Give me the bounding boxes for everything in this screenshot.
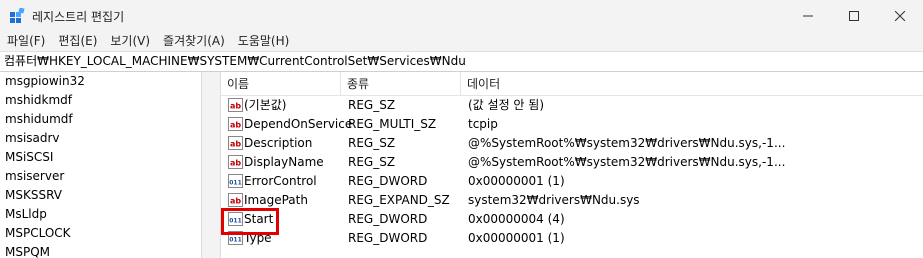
value-name: DependOnService (244, 117, 353, 131)
value-name: DisplayName (244, 155, 324, 169)
value-name: ErrorControl (244, 174, 317, 188)
address-bar[interactable]: 컴퓨터₩HKEY_LOCAL_MACHINE₩SYSTEM₩CurrentCon… (0, 51, 923, 72)
string-value-icon: ab (228, 117, 243, 131)
svg-text:ab: ab (230, 159, 241, 168)
value-type: REG_SZ (348, 136, 396, 150)
value-name: (기본값) (244, 98, 287, 112)
minimize-button[interactable] (785, 0, 831, 31)
value-data: tcpip (468, 117, 498, 131)
registry-editor-icon (10, 8, 25, 23)
values-list: 이름 종류 데이터 ab (기본값) REG_SZ (값 설정 안 됨) ab Depen… (221, 72, 923, 258)
value-type: REG_SZ (348, 98, 396, 112)
svg-text:ab: ab (230, 197, 241, 206)
svg-text:ab: ab (230, 102, 241, 111)
value-type: REG_DWORD (348, 174, 428, 188)
column-header-data[interactable]: 데이터 (461, 72, 923, 96)
svg-text:011: 011 (229, 180, 242, 187)
value-row[interactable]: ab DependOnService REG_MULTI_SZ tcpip (221, 115, 923, 134)
tree-item[interactable]: msgpiowin32 (0, 72, 201, 91)
tree-item[interactable]: MSPCLOCK (0, 224, 201, 243)
value-type: REG_MULTI_SZ (348, 117, 437, 131)
start-value-highlight (221, 208, 279, 235)
value-type: REG_DWORD (348, 212, 428, 226)
value-data: system32₩drivers₩Ndu.sys (468, 193, 640, 207)
value-name: Description (244, 136, 313, 150)
list-header: 이름 종류 데이터 (221, 72, 923, 96)
value-row[interactable]: ab Description REG_SZ @%SystemRoot%₩system3… (221, 134, 923, 153)
value-data: 0x00000001 (1) (468, 231, 565, 245)
binary-value-icon: 011 (228, 174, 243, 188)
close-button[interactable] (877, 0, 923, 31)
minimize-icon (803, 15, 813, 16)
close-icon (895, 10, 905, 21)
value-type: REG_SZ (348, 155, 396, 169)
menu-edit[interactable]: 편집(E) (51, 31, 103, 51)
pane-splitter[interactable] (201, 72, 221, 258)
value-data: 0x00000001 (1) (468, 174, 565, 188)
value-row[interactable]: ab DisplayName REG_SZ @%SystemRoot%₩system3… (221, 153, 923, 172)
value-row[interactable]: ab (기본값) REG_SZ (값 설정 안 됨) (221, 96, 923, 115)
column-header-name[interactable]: 이름 (221, 72, 341, 96)
value-row[interactable]: 011 ErrorControl REG_DWORD 0x00000001 (1) (221, 172, 923, 191)
menu-view[interactable]: 보기(V) (103, 31, 156, 51)
menu-bar: 파일(F) 편집(E) 보기(V) 즐겨찾기(A) 도움말(H) (0, 31, 923, 51)
value-data: @%SystemRoot%₩system32₩drivers₩Ndu.sys,-… (468, 136, 786, 150)
menu-help[interactable]: 도움말(H) (231, 31, 296, 51)
tree-item[interactable]: MSKSSRV (0, 186, 201, 205)
svg-text:011: 011 (229, 237, 242, 244)
svg-text:ab: ab (230, 140, 241, 149)
string-value-icon: ab (228, 193, 243, 207)
window-title: 레지스트리 편집기 (32, 10, 125, 24)
tree-item[interactable]: msisadrv (0, 129, 201, 148)
value-data: 0x00000004 (4) (468, 212, 565, 226)
value-data: @%SystemRoot%₩system32₩drivers₩Ndu.sys,-… (468, 155, 786, 169)
value-row[interactable]: ab ImagePath REG_EXPAND_SZ system32₩drivers… (221, 191, 923, 210)
tree-item[interactable]: MsLldp (0, 205, 201, 224)
maximize-icon (849, 10, 859, 21)
key-tree: msgpiowin32 mshidkmdf mshidumdf msisadrv… (0, 72, 201, 258)
string-value-icon: ab (228, 98, 243, 112)
maximize-button[interactable] (831, 0, 877, 31)
tree-item[interactable]: MSPQM (0, 243, 201, 258)
column-header-type[interactable]: 종류 (341, 72, 461, 96)
title-bar: 레지스트리 편집기 (0, 0, 923, 31)
string-value-icon: ab (228, 136, 243, 150)
value-rows: ab (기본값) REG_SZ (값 설정 안 됨) ab DependOnService… (221, 96, 923, 248)
value-row[interactable]: 011 Start REG_DWORD 0x00000004 (4) (221, 210, 923, 229)
menu-file[interactable]: 파일(F) (0, 31, 51, 51)
value-data: (값 설정 안 됨) (468, 98, 545, 112)
tree-item[interactable]: msiserver (0, 167, 201, 186)
svg-text:ab: ab (230, 121, 241, 130)
tree-item[interactable]: mshidkmdf (0, 91, 201, 110)
value-type: REG_EXPAND_SZ (348, 193, 450, 207)
value-row[interactable]: 011 Type REG_DWORD 0x00000001 (1) (221, 229, 923, 248)
menu-favorites[interactable]: 즐겨찾기(A) (156, 31, 231, 51)
string-value-icon: ab (228, 155, 243, 169)
value-type: REG_DWORD (348, 231, 428, 245)
tree-item[interactable]: MSiSCSI (0, 148, 201, 167)
tree-item[interactable]: mshidumdf (0, 110, 201, 129)
